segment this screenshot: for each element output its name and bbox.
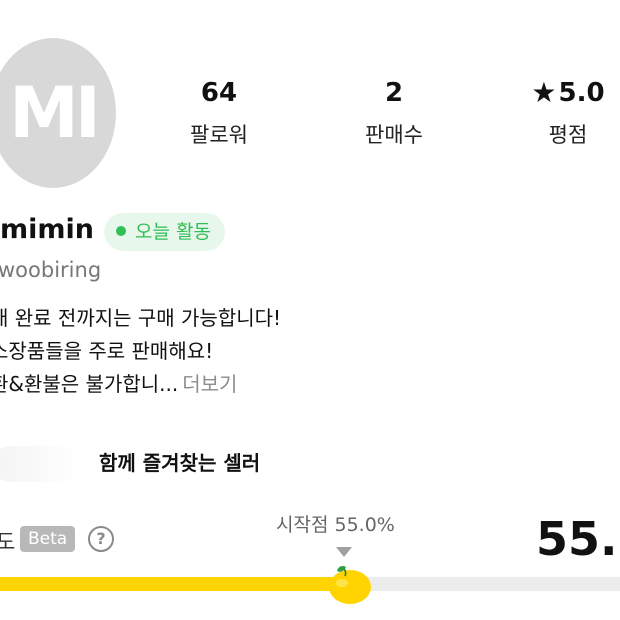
sales-label: 판매수 <box>365 123 423 147</box>
temperature-label: 도 <box>0 530 16 554</box>
followers-stat[interactable]: 64 팔로워 <box>154 76 284 149</box>
lemon-icon <box>329 566 371 604</box>
rating-value: 5.0 <box>558 78 605 108</box>
rating-stat[interactable]: ★5.0 평점 <box>503 76 620 149</box>
activity-badge-label: 오늘 활동 <box>135 221 211 243</box>
bio-line: 매 완료 전까지는 구매 가능합니다! <box>0 306 282 330</box>
seller-name: mimin <box>0 214 94 245</box>
sales-stat[interactable]: 2 판매수 <box>329 76 459 149</box>
sales-count: 2 <box>384 78 404 108</box>
active-dot-icon <box>116 225 126 236</box>
beta-badge: Beta <box>20 526 76 552</box>
activity-badge: 오늘 활동 <box>104 213 225 251</box>
rating-value-row: ★5.0 <box>503 76 620 110</box>
seller-bio: 매 완료 전까지는 구매 가능합니다! 소장품들을 주로 판매해요! 환&환불은… <box>0 302 281 401</box>
followers-label: 팔로워 <box>190 123 248 147</box>
bio-line-with-more: 환&환불은 불가합니... 더보기 <box>0 368 281 401</box>
star-icon: ★ <box>531 76 557 109</box>
temperature-fill <box>0 577 349 591</box>
temperature-value: 55.2 <box>536 512 620 566</box>
start-point-label: 시작점 55.0% <box>276 514 395 536</box>
avatar[interactable]: MI <box>0 38 116 188</box>
triangle-down-icon <box>336 547 352 557</box>
more-link[interactable]: 더보기 <box>182 372 237 396</box>
bio-line: 환&환불은 불가합니... <box>0 372 179 396</box>
question-circle-icon[interactable]: ? <box>88 526 114 552</box>
bio-line: 소장품들을 주로 판매해요! <box>0 339 214 363</box>
favorite-seller-avatar[interactable] <box>0 446 80 482</box>
followers-count: 64 <box>200 78 238 108</box>
seller-handle: woobiring <box>0 258 102 282</box>
favorite-sellers-title: 함께 즐겨찾는 셀러 <box>99 451 261 475</box>
rating-label: 평점 <box>548 123 588 147</box>
